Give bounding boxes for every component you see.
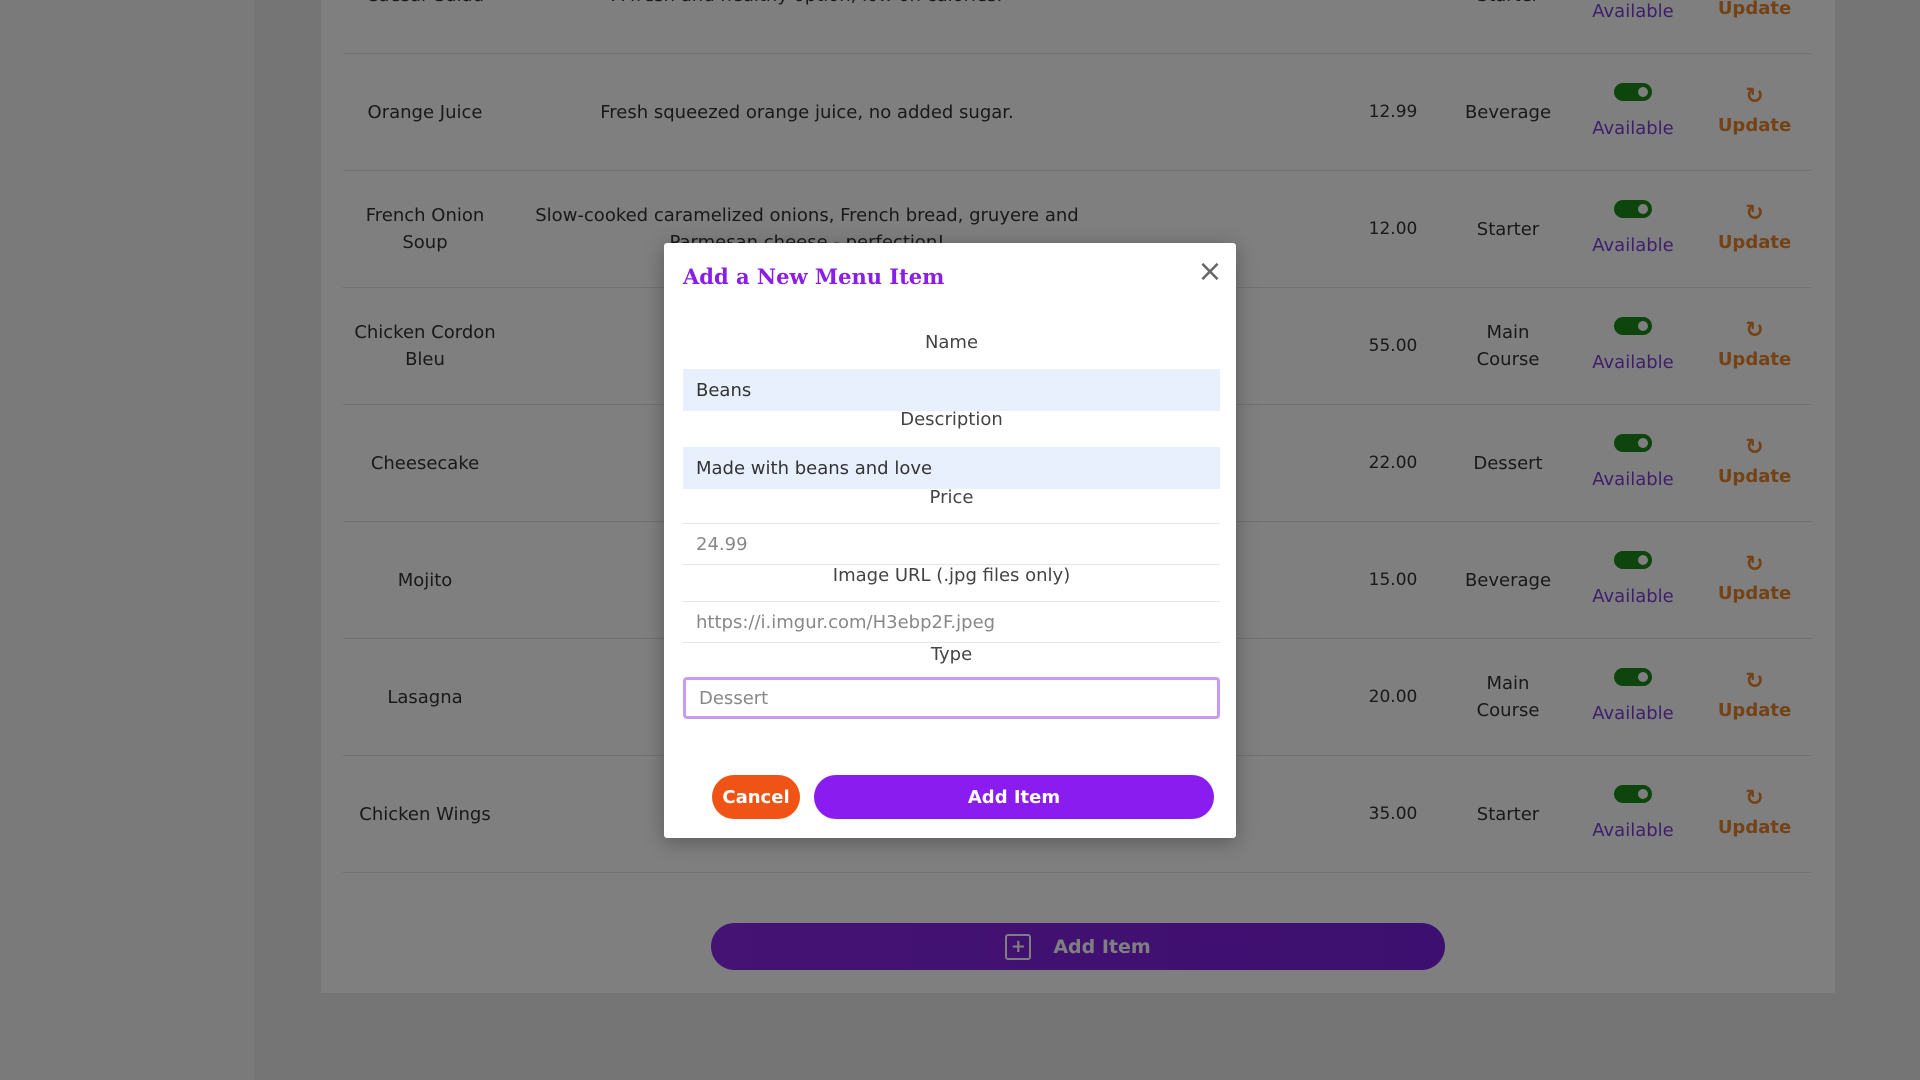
price-label: Price [929,487,974,508]
image-url-label: Image URL (.jpg files only) [832,565,1071,586]
image-url-input[interactable] [683,601,1220,643]
type-label: Type [930,644,973,665]
description-label: Description [900,409,1003,430]
add-menu-item-modal: Add a New Menu Item × Name Description P… [664,243,1236,838]
add-item-submit-button[interactable]: Add Item [814,775,1214,819]
price-input[interactable] [683,523,1220,565]
close-icon[interactable]: × [1195,257,1225,287]
modal-title: Add a New Menu Item [683,264,945,289]
name-label: Name [924,332,979,353]
name-input[interactable] [683,369,1220,411]
type-input[interactable] [683,677,1220,719]
description-input[interactable] [683,447,1220,489]
cancel-button[interactable]: Cancel [712,775,800,819]
